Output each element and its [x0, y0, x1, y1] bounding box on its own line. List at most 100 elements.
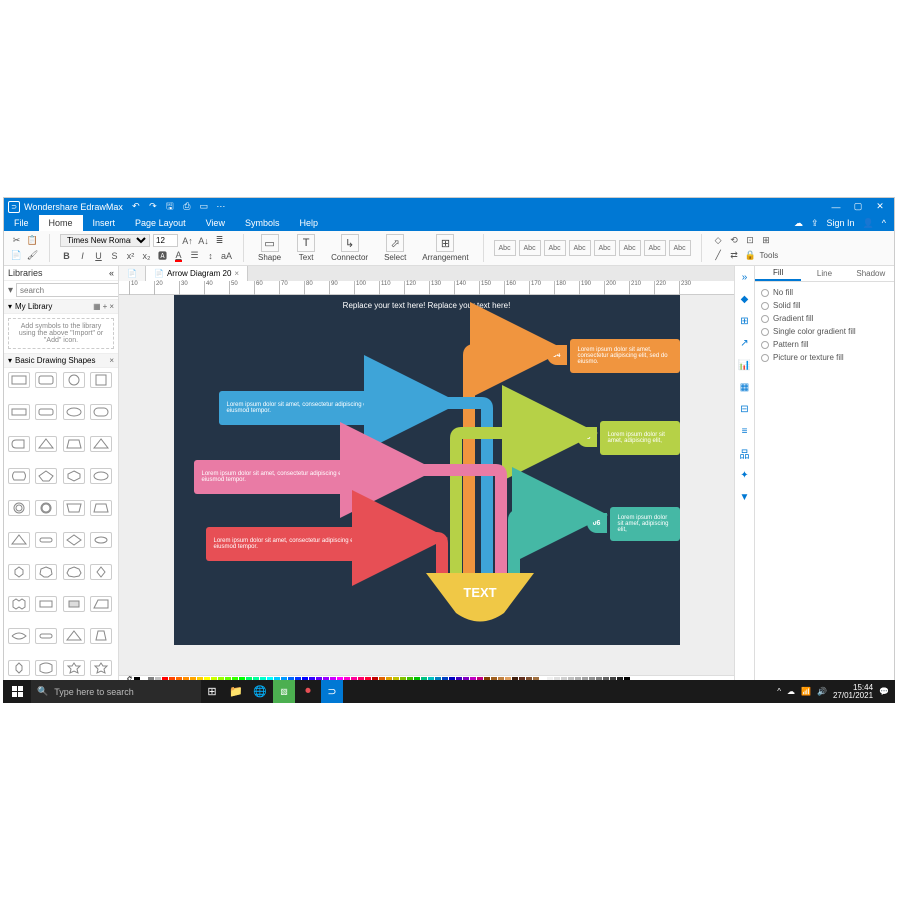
undo-icon[interactable]: ↶: [129, 201, 143, 213]
select-button[interactable]: ⬀Select: [380, 234, 410, 262]
style-preset[interactable]: Abc: [594, 240, 616, 256]
shape-item[interactable]: [8, 500, 30, 516]
canvas-scroll[interactable]: Replace your text here! Replace your tex…: [119, 295, 734, 675]
app-1-icon[interactable]: ▧: [273, 680, 295, 703]
menu-view[interactable]: View: [196, 215, 235, 231]
shape-item[interactable]: [63, 500, 85, 516]
volume-icon[interactable]: 🔊: [817, 687, 827, 696]
more-icon[interactable]: ⋯: [214, 201, 228, 213]
notifications-icon[interactable]: 💬: [879, 687, 889, 696]
fill-tool-icon[interactable]: ◆: [738, 292, 752, 306]
shape-item[interactable]: [8, 660, 30, 676]
menu-symbols[interactable]: Symbols: [235, 215, 290, 231]
format-painter-icon[interactable]: 🖌: [26, 249, 39, 262]
shape-item[interactable]: [8, 596, 30, 612]
strike-icon[interactable]: S: [108, 249, 121, 262]
record-icon[interactable]: ⏺: [297, 680, 319, 703]
paste-icon[interactable]: 📄: [10, 249, 23, 262]
fill-option[interactable]: Single color gradient fill: [761, 327, 888, 336]
style-preset[interactable]: Abc: [669, 240, 691, 256]
shape-item[interactable]: [35, 468, 57, 484]
style-preset[interactable]: Abc: [644, 240, 666, 256]
page-tool-icon[interactable]: ▼: [738, 490, 752, 504]
flip-icon[interactable]: ⇄: [728, 249, 741, 262]
onedrive-icon[interactable]: ☁: [787, 687, 795, 696]
style-preset[interactable]: Abc: [519, 240, 541, 256]
fill-icon[interactable]: ◇: [712, 234, 725, 247]
shape-item[interactable]: [90, 564, 112, 580]
group-icon[interactable]: ⊡: [744, 234, 757, 247]
shape-item[interactable]: [8, 628, 30, 644]
tray-expand-icon[interactable]: ^: [777, 687, 781, 696]
tab-close-icon[interactable]: ×: [234, 269, 239, 278]
user-icon[interactable]: 👤: [863, 218, 874, 229]
line-icon[interactable]: ╱: [712, 249, 725, 262]
maximize-button[interactable]: ▢: [848, 200, 868, 214]
redo-icon[interactable]: ↷: [146, 201, 160, 213]
shape-item[interactable]: [63, 596, 85, 612]
task-view-icon[interactable]: ⊞: [201, 680, 223, 703]
shape-item[interactable]: [8, 436, 30, 452]
shape-item[interactable]: [35, 404, 57, 420]
mylib-add-icon[interactable]: +: [103, 302, 108, 311]
menu-help[interactable]: Help: [289, 215, 328, 231]
shape-item[interactable]: [63, 660, 85, 676]
tab-document[interactable]: 📄Arrow Diagram 20×: [146, 266, 248, 281]
style-preset[interactable]: Abc: [494, 240, 516, 256]
rotate-icon[interactable]: ⟲: [728, 234, 741, 247]
layout-icon[interactable]: ⊞: [760, 234, 773, 247]
shape-item[interactable]: [63, 436, 85, 452]
signin-link[interactable]: Sign In: [827, 218, 855, 228]
menu-home[interactable]: Home: [39, 215, 83, 231]
style-preset[interactable]: Abc: [619, 240, 641, 256]
font-smaller-icon[interactable]: A↓: [197, 234, 210, 247]
menu-file[interactable]: File: [4, 215, 39, 231]
shape-item[interactable]: [90, 468, 112, 484]
expand-panel-icon[interactable]: »: [738, 270, 752, 284]
minimize-button[interactable]: —: [826, 200, 846, 214]
arrangement-button[interactable]: ⊞Arrangement: [418, 234, 472, 262]
line-spacing-icon[interactable]: ↕: [204, 249, 217, 262]
shapes-close-icon[interactable]: ×: [109, 356, 114, 365]
fill-option[interactable]: Picture or texture fill: [761, 353, 888, 362]
connector-button[interactable]: ↳Connector: [327, 234, 372, 262]
fill-option[interactable]: No fill: [761, 288, 888, 297]
font-size-input[interactable]: [153, 234, 178, 247]
bullets-icon[interactable]: ☰: [188, 249, 201, 262]
fill-option[interactable]: Solid fill: [761, 301, 888, 310]
export-icon[interactable]: ▭: [197, 201, 211, 213]
shape-item[interactable]: [90, 372, 112, 388]
libraries-collapse-icon[interactable]: «: [109, 268, 114, 278]
shape-item[interactable]: [8, 372, 30, 388]
style-preset[interactable]: Abc: [569, 240, 591, 256]
tab-fill[interactable]: Fill: [755, 266, 801, 281]
copy-icon[interactable]: 📋: [26, 234, 39, 247]
shape-item[interactable]: [35, 564, 57, 580]
font-family-select[interactable]: Times New Roman: [60, 234, 150, 247]
library-picker-icon[interactable]: ▾: [8, 285, 13, 296]
close-button[interactable]: ✕: [870, 200, 890, 214]
align-icon[interactable]: ≣: [213, 234, 226, 247]
file-explorer-icon[interactable]: 📁: [225, 680, 247, 703]
shape-item[interactable]: [90, 596, 112, 612]
shape-item[interactable]: [35, 372, 57, 388]
shape-item[interactable]: [35, 596, 57, 612]
font-bigger-icon[interactable]: A↑: [181, 234, 194, 247]
shape-item[interactable]: [8, 404, 30, 420]
print-icon[interactable]: ⎙: [180, 201, 194, 213]
share-icon[interactable]: ⇪: [811, 218, 819, 229]
shape-item[interactable]: [35, 532, 57, 548]
shape-item[interactable]: [90, 628, 112, 644]
menu-insert[interactable]: Insert: [83, 215, 126, 231]
clock-date[interactable]: 27/01/2021: [833, 691, 873, 700]
align-tool-icon[interactable]: ⊟: [738, 402, 752, 416]
save-icon[interactable]: 🖫: [163, 201, 177, 213]
clear-format-icon[interactable]: aA: [220, 249, 233, 262]
cut-icon[interactable]: ✂: [10, 234, 23, 247]
connector-tool-icon[interactable]: ↗: [738, 336, 752, 350]
shape-item[interactable]: [35, 628, 57, 644]
cloud-icon[interactable]: ☁: [794, 218, 803, 229]
italic-icon[interactable]: I: [76, 249, 89, 262]
font-color-icon[interactable]: A: [172, 249, 185, 262]
shape-item[interactable]: [90, 436, 112, 452]
